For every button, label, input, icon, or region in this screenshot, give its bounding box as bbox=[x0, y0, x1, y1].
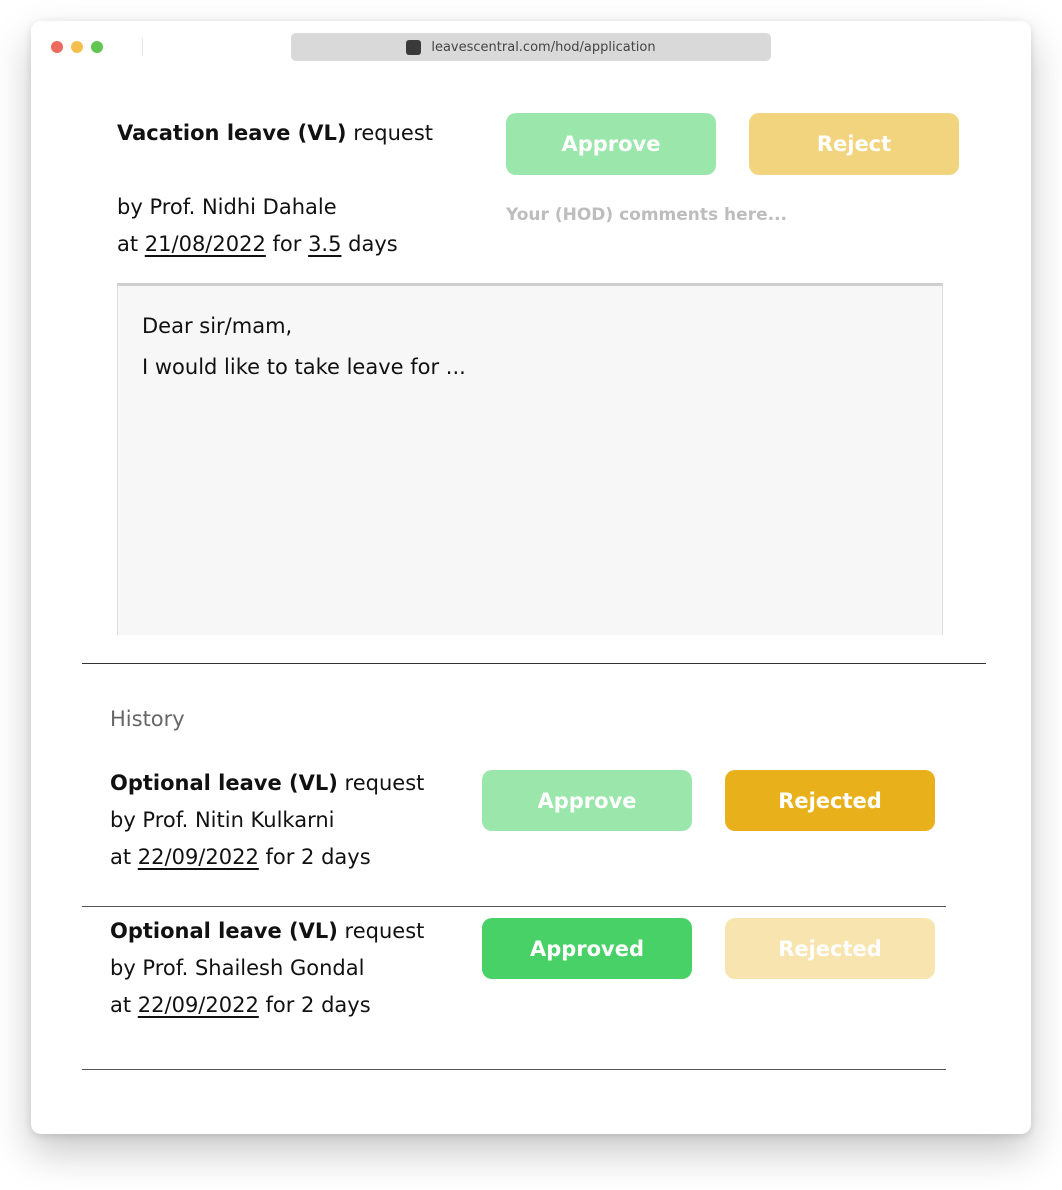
history-item-2-date-line: at 22/09/2022 for 2 days bbox=[110, 993, 371, 1017]
maximize-window-button[interactable] bbox=[91, 41, 103, 53]
history-item-1-rejected-status[interactable]: Rejected bbox=[725, 770, 935, 831]
history-item-1-suffix: request bbox=[337, 771, 425, 795]
browser-chrome: leavescentral.com/hod/application bbox=[31, 21, 1031, 73]
close-window-button[interactable] bbox=[51, 41, 63, 53]
history-item-2-date: 22/09/2022 bbox=[137, 993, 259, 1017]
for-text: for bbox=[265, 232, 309, 256]
history-item-1-duration: for 2 days bbox=[258, 845, 371, 869]
at-prefix: at bbox=[117, 232, 145, 256]
leave-letter-textarea[interactable]: Dear sir/mam, I would like to take leave… bbox=[117, 283, 943, 635]
letter-line-2: I would like to take leave for ... bbox=[142, 355, 466, 379]
history-item-1-leave-type: Optional leave (VL) bbox=[110, 771, 338, 795]
history-item-1-approve-button[interactable]: Approve bbox=[482, 770, 692, 831]
by-prefix: by bbox=[117, 195, 150, 219]
history-item-1-date: 22/09/2022 bbox=[137, 845, 259, 869]
history-item-2-reject-button[interactable]: Rejected bbox=[725, 918, 935, 979]
request-date: 21/08/2022 bbox=[144, 232, 266, 256]
request-date-line: at 21/08/2022 for 3.5 days bbox=[117, 232, 398, 256]
history-item-1-at-prefix: at bbox=[110, 845, 138, 869]
history-item-1-title: Optional leave (VL) request bbox=[110, 771, 424, 795]
browser-window: leavescentral.com/hod/application Vacati… bbox=[31, 21, 1031, 1134]
history-item-2-applicant: by Prof. Shailesh Gondal bbox=[110, 956, 365, 980]
request-applicant-line: by Prof. Nidhi Dahale bbox=[117, 195, 337, 219]
history-end-divider bbox=[82, 1069, 946, 1070]
request-title: Vacation leave (VL) request bbox=[117, 121, 433, 145]
request-applicant: Prof. Nidhi Dahale bbox=[149, 195, 337, 219]
history-item-2-duration: for 2 days bbox=[258, 993, 371, 1017]
history-item-divider bbox=[82, 906, 946, 907]
history-item-2-suffix: request bbox=[337, 919, 425, 943]
chrome-divider bbox=[142, 38, 143, 56]
days-text: days bbox=[341, 232, 398, 256]
address-bar[interactable]: leavescentral.com/hod/application bbox=[291, 33, 771, 61]
approve-button[interactable]: Approve bbox=[506, 113, 716, 175]
history-item-2-approved-status[interactable]: Approved bbox=[482, 918, 692, 979]
section-divider bbox=[82, 663, 986, 664]
hod-comments-input[interactable] bbox=[506, 201, 966, 229]
reject-button[interactable]: Reject bbox=[749, 113, 959, 175]
history-item-2-title: Optional leave (VL) request bbox=[110, 919, 424, 943]
request-title-suffix: request bbox=[346, 121, 434, 145]
history-heading: History bbox=[110, 707, 185, 731]
history-item-1-date-line: at 22/09/2022 for 2 days bbox=[110, 845, 371, 869]
request-leave-type: Vacation leave (VL) bbox=[117, 121, 347, 145]
request-duration: 3.5 bbox=[308, 232, 342, 256]
minimize-window-button[interactable] bbox=[71, 41, 83, 53]
letter-line-1: Dear sir/mam, bbox=[142, 314, 293, 338]
address-bar-url: leavescentral.com/hod/application bbox=[431, 39, 656, 55]
history-item-2-leave-type: Optional leave (VL) bbox=[110, 919, 338, 943]
history-item-1-applicant: by Prof. Nitin Kulkarni bbox=[110, 808, 335, 832]
site-favicon-icon bbox=[406, 39, 422, 55]
history-item-2-at-prefix: at bbox=[110, 993, 138, 1017]
